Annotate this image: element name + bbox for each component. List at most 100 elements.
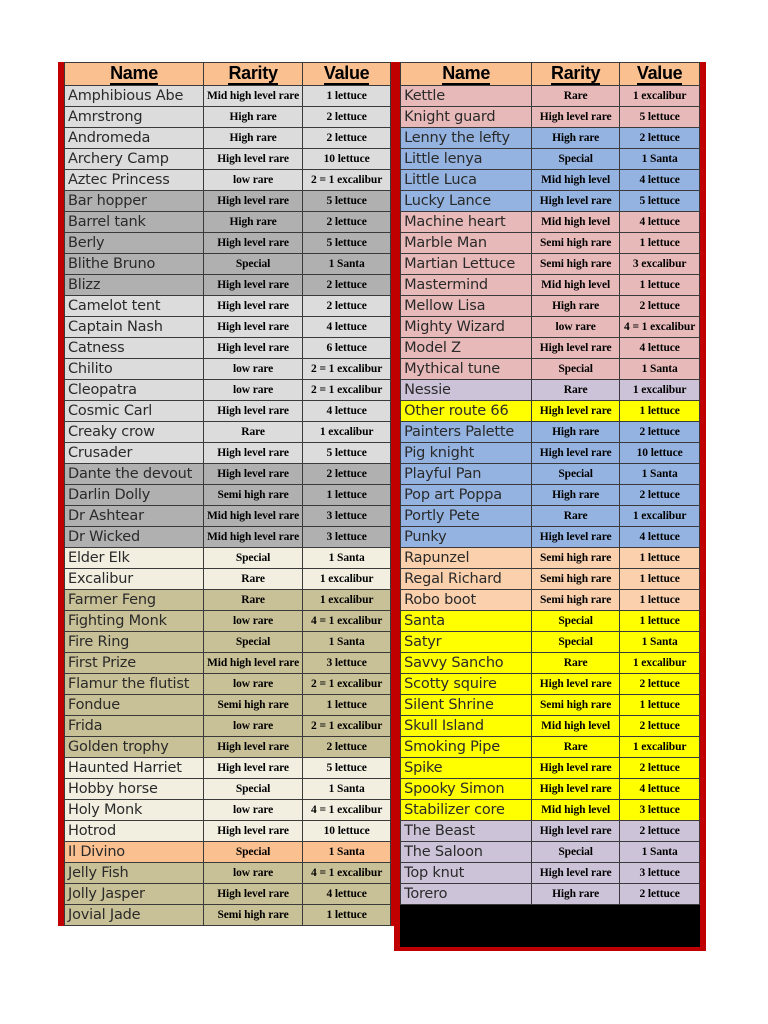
table-row[interactable]: Kettle Rare 1 excalibur xyxy=(400,85,701,107)
table-row[interactable]: Machine heart Mid high level 4 lettuce xyxy=(400,211,701,233)
table-row[interactable]: Martian Lettuce Semi high rare 3 excalibur xyxy=(400,253,701,275)
cell-name: Punky xyxy=(400,526,533,548)
table-row[interactable]: Farmer Feng Rare 1 excalibur xyxy=(64,589,392,611)
table-row[interactable]: Little lenya Special 1 Santa xyxy=(400,148,701,170)
table-row[interactable]: Painters Palette High rare 2 lettuce xyxy=(400,421,701,443)
table-row[interactable]: Rapunzel Semi high rare 1 lettuce xyxy=(400,547,701,569)
table-row[interactable]: Darlin Dolly Semi high rare 1 lettuce xyxy=(64,484,392,506)
cell-rarity: Mid high level rare xyxy=(202,526,304,548)
table-row[interactable]: Lenny the lefty High rare 2 lettuce xyxy=(400,127,701,149)
cell-name: Amphibious Abe xyxy=(64,85,204,107)
cell-value xyxy=(619,904,701,926)
cell-name: Barrel tank xyxy=(64,211,204,233)
table-row[interactable]: Spooky Simon High level rare 4 lettuce xyxy=(400,778,701,800)
cell-name: Fighting Monk xyxy=(64,610,204,632)
table-row[interactable]: Little Luca Mid high level 4 lettuce xyxy=(400,169,701,191)
table-row[interactable]: Il Divino Special 1 Santa xyxy=(64,841,392,863)
table-row[interactable]: Fighting Monk low rare 4 = 1 excalibur xyxy=(64,610,392,632)
table-row[interactable]: Robo boot Semi high rare 1 lettuce xyxy=(400,589,701,611)
table-row[interactable]: Camelot tent High level rare 2 lettuce xyxy=(64,295,392,317)
table-row[interactable]: Knight guard High level rare 5 lettuce xyxy=(400,106,701,128)
table-row[interactable]: Archery Camp High level rare 10 lettuce xyxy=(64,148,392,170)
table-row[interactable]: Jolly Jasper High level rare 4 lettuce xyxy=(64,883,392,905)
cell-name: The Saloon xyxy=(400,841,533,863)
cell-value: 10 lettuce xyxy=(619,442,701,464)
table-row[interactable]: Nessie Rare 1 excalibur xyxy=(400,379,701,401)
table-row[interactable]: Top knut High level rare 3 lettuce xyxy=(400,862,701,884)
table-row[interactable]: Spike High level rare 2 lettuce xyxy=(400,757,701,779)
table-row[interactable]: Andromeda High rare 2 lettuce xyxy=(64,127,392,149)
cell-value: 1 Santa xyxy=(302,778,392,800)
table-row[interactable]: Hobby horse Special 1 Santa xyxy=(64,778,392,800)
cell-name: Archery Camp xyxy=(64,148,204,170)
table-row[interactable]: Creaky crow Rare 1 excalibur xyxy=(64,421,392,443)
table-row[interactable]: Dr Wicked Mid high level rare 3 lettuce xyxy=(64,526,392,548)
table-row[interactable]: The Beast High level rare 2 lettuce xyxy=(400,820,701,842)
table-row[interactable]: Hotrod High level rare 10 lettuce xyxy=(64,820,392,842)
table-row[interactable]: Pop art Poppa High rare 2 lettuce xyxy=(400,484,701,506)
table-row[interactable]: Mythical tune Special 1 Santa xyxy=(400,358,701,380)
table-row[interactable]: Silent Shrine Semi high rare 1 lettuce xyxy=(400,694,701,716)
table-row[interactable]: Crusader High level rare 5 lettuce xyxy=(64,442,392,464)
table-row[interactable]: Punky High level rare 4 lettuce xyxy=(400,526,701,548)
table-row[interactable]: Playful Pan Special 1 Santa xyxy=(400,463,701,485)
table-row[interactable]: Satyr Special 1 Santa xyxy=(400,631,701,653)
table-row[interactable]: Haunted Harriet High level rare 5 lettuce xyxy=(64,757,392,779)
table-row[interactable]: Dr Ashtear Mid high level rare 3 lettuce xyxy=(64,505,392,527)
table-row[interactable]: Cosmic Carl High level rare 4 lettuce xyxy=(64,400,392,422)
cell-value: 2 lettuce xyxy=(619,484,701,506)
table-row[interactable]: Stabilizer core Mid high level 3 lettuce xyxy=(400,799,701,821)
table-row[interactable]: Jovial Jade Semi high rare 1 lettuce xyxy=(64,904,392,926)
cell-value: 10 lettuce xyxy=(302,148,392,170)
table-row[interactable]: Model Z High level rare 4 lettuce xyxy=(400,337,701,359)
table-row[interactable]: Frida low rare 2 = 1 excalibur xyxy=(64,715,392,737)
table-row[interactable]: Pig knight High level rare 10 lettuce xyxy=(400,442,701,464)
table-row[interactable]: Regal Richard Semi high rare 1 lettuce xyxy=(400,568,701,590)
table-row[interactable] xyxy=(400,925,701,947)
table-row[interactable] xyxy=(400,904,701,926)
table-row[interactable]: Aztec Princess low rare 2 = 1 excalibur xyxy=(64,169,392,191)
table-row[interactable]: Portly Pete Rare 1 excalibur xyxy=(400,505,701,527)
table-row[interactable]: Captain Nash High level rare 4 lettuce xyxy=(64,316,392,338)
table-row[interactable]: Holy Monk low rare 4 = 1 excalibur xyxy=(64,799,392,821)
table-row[interactable]: Jelly Fish low rare 4 = 1 excalibur xyxy=(64,862,392,884)
table-row[interactable]: Dante the devout High level rare 2 lettuce xyxy=(64,463,392,485)
table-row[interactable]: Catness High level rare 6 lettuce xyxy=(64,337,392,359)
left-table-body: Amphibious Abe Mid high level rare 1 lettu… xyxy=(64,85,392,926)
table-row[interactable]: Excalibur Rare 1 excalibur xyxy=(64,568,392,590)
cell-rarity: High rare xyxy=(531,295,621,317)
table-row[interactable]: Bar hopper High level rare 5 lettuce xyxy=(64,190,392,212)
table-row[interactable]: Blithe Bruno Special 1 Santa xyxy=(64,253,392,275)
table-row[interactable]: Mastermind Mid high level 1 lettuce xyxy=(400,274,701,296)
table-row[interactable]: Savvy Sancho Rare 1 excalibur xyxy=(400,652,701,674)
table-row[interactable]: Fire Ring Special 1 Santa xyxy=(64,631,392,653)
table-row[interactable]: Berly High level rare 5 lettuce xyxy=(64,232,392,254)
table-row[interactable]: Blizz High level rare 2 lettuce xyxy=(64,274,392,296)
table-row[interactable]: Chilito low rare 2 = 1 excalibur xyxy=(64,358,392,380)
cell-value: 1 Santa xyxy=(302,547,392,569)
table-row[interactable]: Skull Island Mid high level 2 lettuce xyxy=(400,715,701,737)
table-row[interactable]: Elder Elk Special 1 Santa xyxy=(64,547,392,569)
table-row[interactable]: Torero High rare 2 lettuce xyxy=(400,883,701,905)
cell-name: Rapunzel xyxy=(400,547,533,569)
table-row[interactable]: Lucky Lance High level rare 5 lettuce xyxy=(400,190,701,212)
cell-name: Jolly Jasper xyxy=(64,883,204,905)
table-row[interactable]: Cleopatra low rare 2 = 1 excalibur xyxy=(64,379,392,401)
table-row[interactable]: Flamur the flutist low rare 2 = 1 excalibu… xyxy=(64,673,392,695)
table-row[interactable]: First Prize Mid high level rare 3 lettuce xyxy=(64,652,392,674)
table-row[interactable]: Scotty squire High level rare 2 lettuce xyxy=(400,673,701,695)
table-row[interactable]: The Saloon Special 1 Santa xyxy=(400,841,701,863)
table-row[interactable]: Amphibious Abe Mid high level rare 1 lettu… xyxy=(64,85,392,107)
table-row[interactable]: Golden trophy High level rare 2 lettuce xyxy=(64,736,392,758)
cell-rarity xyxy=(531,904,621,926)
table-row[interactable]: Mellow Lisa High rare 2 lettuce xyxy=(400,295,701,317)
cell-value: 1 Santa xyxy=(619,148,701,170)
table-row[interactable]: Mighty Wizard low rare 4 = 1 excalibur xyxy=(400,316,701,338)
table-row[interactable]: Other route 66 High level rare 1 lettuce xyxy=(400,400,701,422)
table-row[interactable]: Marble Man Semi high rare 1 lettuce xyxy=(400,232,701,254)
table-row[interactable]: Smoking Pipe Rare 1 excalibur xyxy=(400,736,701,758)
table-row[interactable]: Amrstrong High rare 2 lettuce xyxy=(64,106,392,128)
table-row[interactable]: Barrel tank High rare 2 lettuce xyxy=(64,211,392,233)
table-row[interactable]: Santa Special 1 lettuce xyxy=(400,610,701,632)
table-row[interactable]: Fondue Semi high rare 1 lettuce xyxy=(64,694,392,716)
